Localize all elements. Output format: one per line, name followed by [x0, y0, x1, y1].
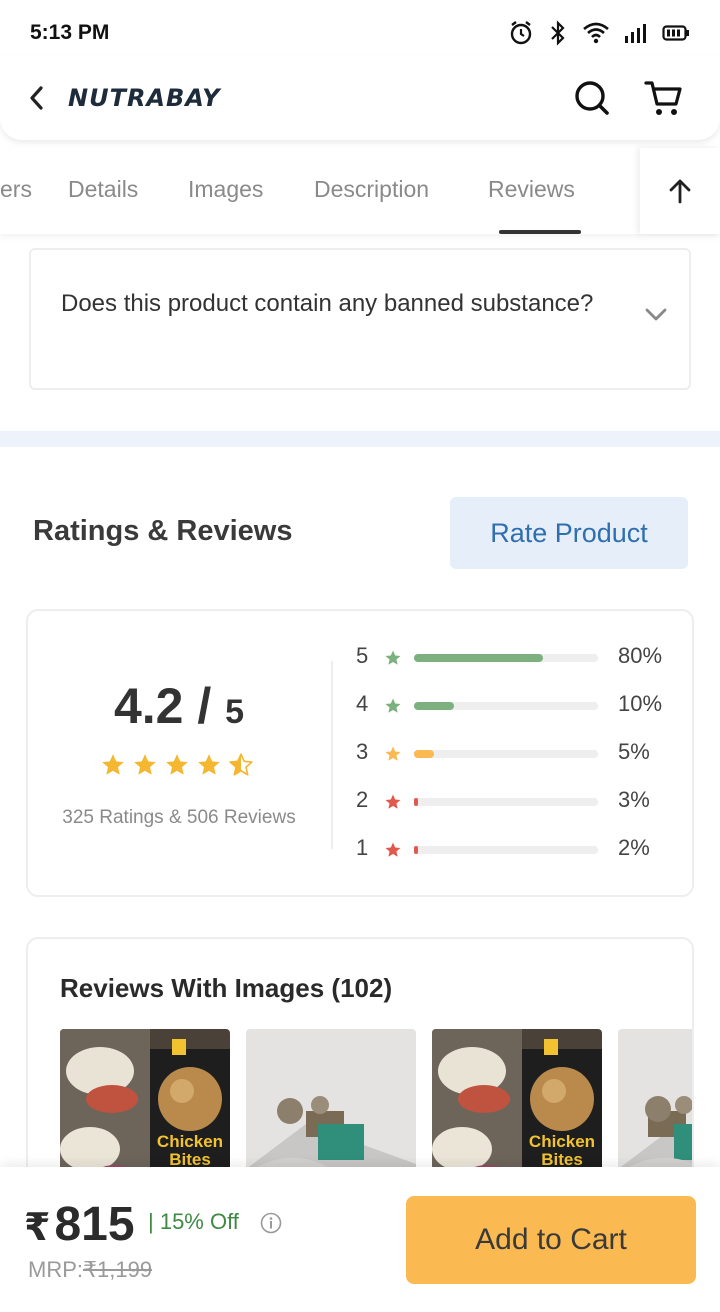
ratings-title: Ratings & Reviews	[33, 515, 293, 547]
chevron-left-icon	[30, 86, 43, 110]
rating-bar-fill	[414, 702, 455, 710]
bottom-purchase-bar: ₹815 | 15% Off MRP:₹1,199 Add to Cart	[0, 1167, 720, 1312]
wifi-icon	[583, 22, 609, 44]
rating-bar-fill	[414, 654, 543, 662]
star-level: 5	[356, 643, 369, 668]
rating-separator: /	[183, 678, 226, 734]
header-actions	[574, 79, 698, 117]
rating-bar-track	[414, 846, 598, 854]
rating-percent: 80%	[618, 643, 663, 668]
search-icon[interactable]	[574, 80, 610, 116]
svg-text:Chicken: Chicken	[157, 1132, 223, 1151]
star-icon	[385, 794, 401, 809]
rating-bar-track	[414, 702, 598, 710]
section-divider	[0, 431, 720, 447]
rating-distribution-row: 2 3%	[354, 787, 684, 817]
star-full-icon	[166, 754, 188, 775]
tab-images[interactable]: Images	[188, 176, 263, 203]
info-icon[interactable]	[260, 1212, 282, 1234]
app-header: NUTRABAY	[0, 56, 720, 140]
rating-bar-track	[414, 798, 598, 806]
star-icon	[385, 842, 401, 857]
reviews-images-title: Reviews With Images (102)	[60, 973, 393, 1003]
tab-details[interactable]: Details	[68, 176, 138, 203]
average-stars	[100, 752, 254, 778]
currency-symbol: ₹	[24, 1207, 51, 1249]
star-level: 1	[356, 835, 369, 860]
back-button[interactable]	[22, 78, 50, 118]
star-level: 2	[356, 787, 369, 812]
rating-summary-card: 4.2 / 5 325 Ratings & 506 Reviews 5 80% …	[26, 609, 694, 897]
star-icon	[385, 746, 401, 761]
ratings-count: 325 Ratings & 506 Reviews	[62, 807, 296, 828]
add-to-cart-button[interactable]: Add to Cart	[406, 1196, 696, 1284]
star-full-icon	[198, 754, 220, 775]
section-tabs: ers Details Images Description Reviews	[0, 148, 720, 234]
discount-label: | 15% Off	[148, 1209, 239, 1234]
rating-distribution-row: 4 10%	[354, 691, 684, 721]
chevron-down-icon	[645, 308, 667, 321]
mrp-label: MRP:	[28, 1257, 83, 1282]
signal-icon	[625, 24, 646, 43]
active-tab-indicator	[499, 230, 581, 234]
rating-percent: 2%	[618, 835, 650, 860]
faq-item[interactable]: Does this product contain any banned sub…	[29, 248, 691, 390]
rating-max: 5	[225, 693, 245, 731]
star-half-icon	[229, 753, 253, 776]
price-value: 815	[54, 1198, 135, 1251]
arrow-up-icon	[669, 179, 691, 204]
rating-percent: 3%	[618, 787, 650, 812]
battery-icon	[662, 25, 689, 41]
tab-reviews[interactable]: Reviews	[488, 176, 575, 203]
rating-bar-track	[414, 750, 598, 758]
rating-distribution-row: 5 80%	[354, 643, 684, 673]
mrp-value: ₹1,199	[83, 1257, 153, 1282]
star-icon	[385, 698, 401, 713]
tab-description[interactable]: Description	[314, 176, 429, 203]
card-divider	[331, 661, 333, 849]
scroll-to-top-button[interactable]	[640, 148, 720, 234]
status-icons	[508, 20, 690, 46]
rating-percent: 5%	[618, 739, 650, 764]
rating-percent: 10%	[618, 691, 663, 716]
status-time: 5:13 PM	[30, 21, 110, 44]
average-value: 4.2	[113, 678, 184, 734]
rating-bar-fill	[414, 798, 418, 806]
bluetooth-icon	[551, 20, 565, 46]
average-rating: 4.2 / 5	[28, 677, 330, 735]
tab-offers[interactable]: ers	[0, 176, 32, 203]
star-icon	[385, 650, 401, 665]
svg-text:Chicken: Chicken	[529, 1132, 595, 1151]
star-level: 3	[356, 739, 369, 764]
alarm-icon	[510, 21, 532, 45]
price: ₹815	[24, 1197, 135, 1252]
rating-bar-fill	[414, 750, 435, 758]
star-full-icon	[102, 754, 124, 775]
brand-logo[interactable]: NUTRABAY	[68, 84, 221, 112]
rating-bar-fill	[414, 846, 418, 854]
mrp: MRP:₹1,199	[28, 1257, 152, 1283]
star-full-icon	[134, 754, 156, 775]
rating-bar-track	[414, 654, 598, 662]
cart-icon[interactable]	[644, 79, 684, 117]
rating-distribution-row: 3 5%	[354, 739, 684, 769]
faq-question: Does this product contain any banned sub…	[61, 290, 594, 317]
rate-product-button[interactable]: Rate Product	[450, 497, 688, 569]
star-level: 4	[356, 691, 369, 716]
rating-distribution-row: 1 2%	[354, 835, 684, 865]
